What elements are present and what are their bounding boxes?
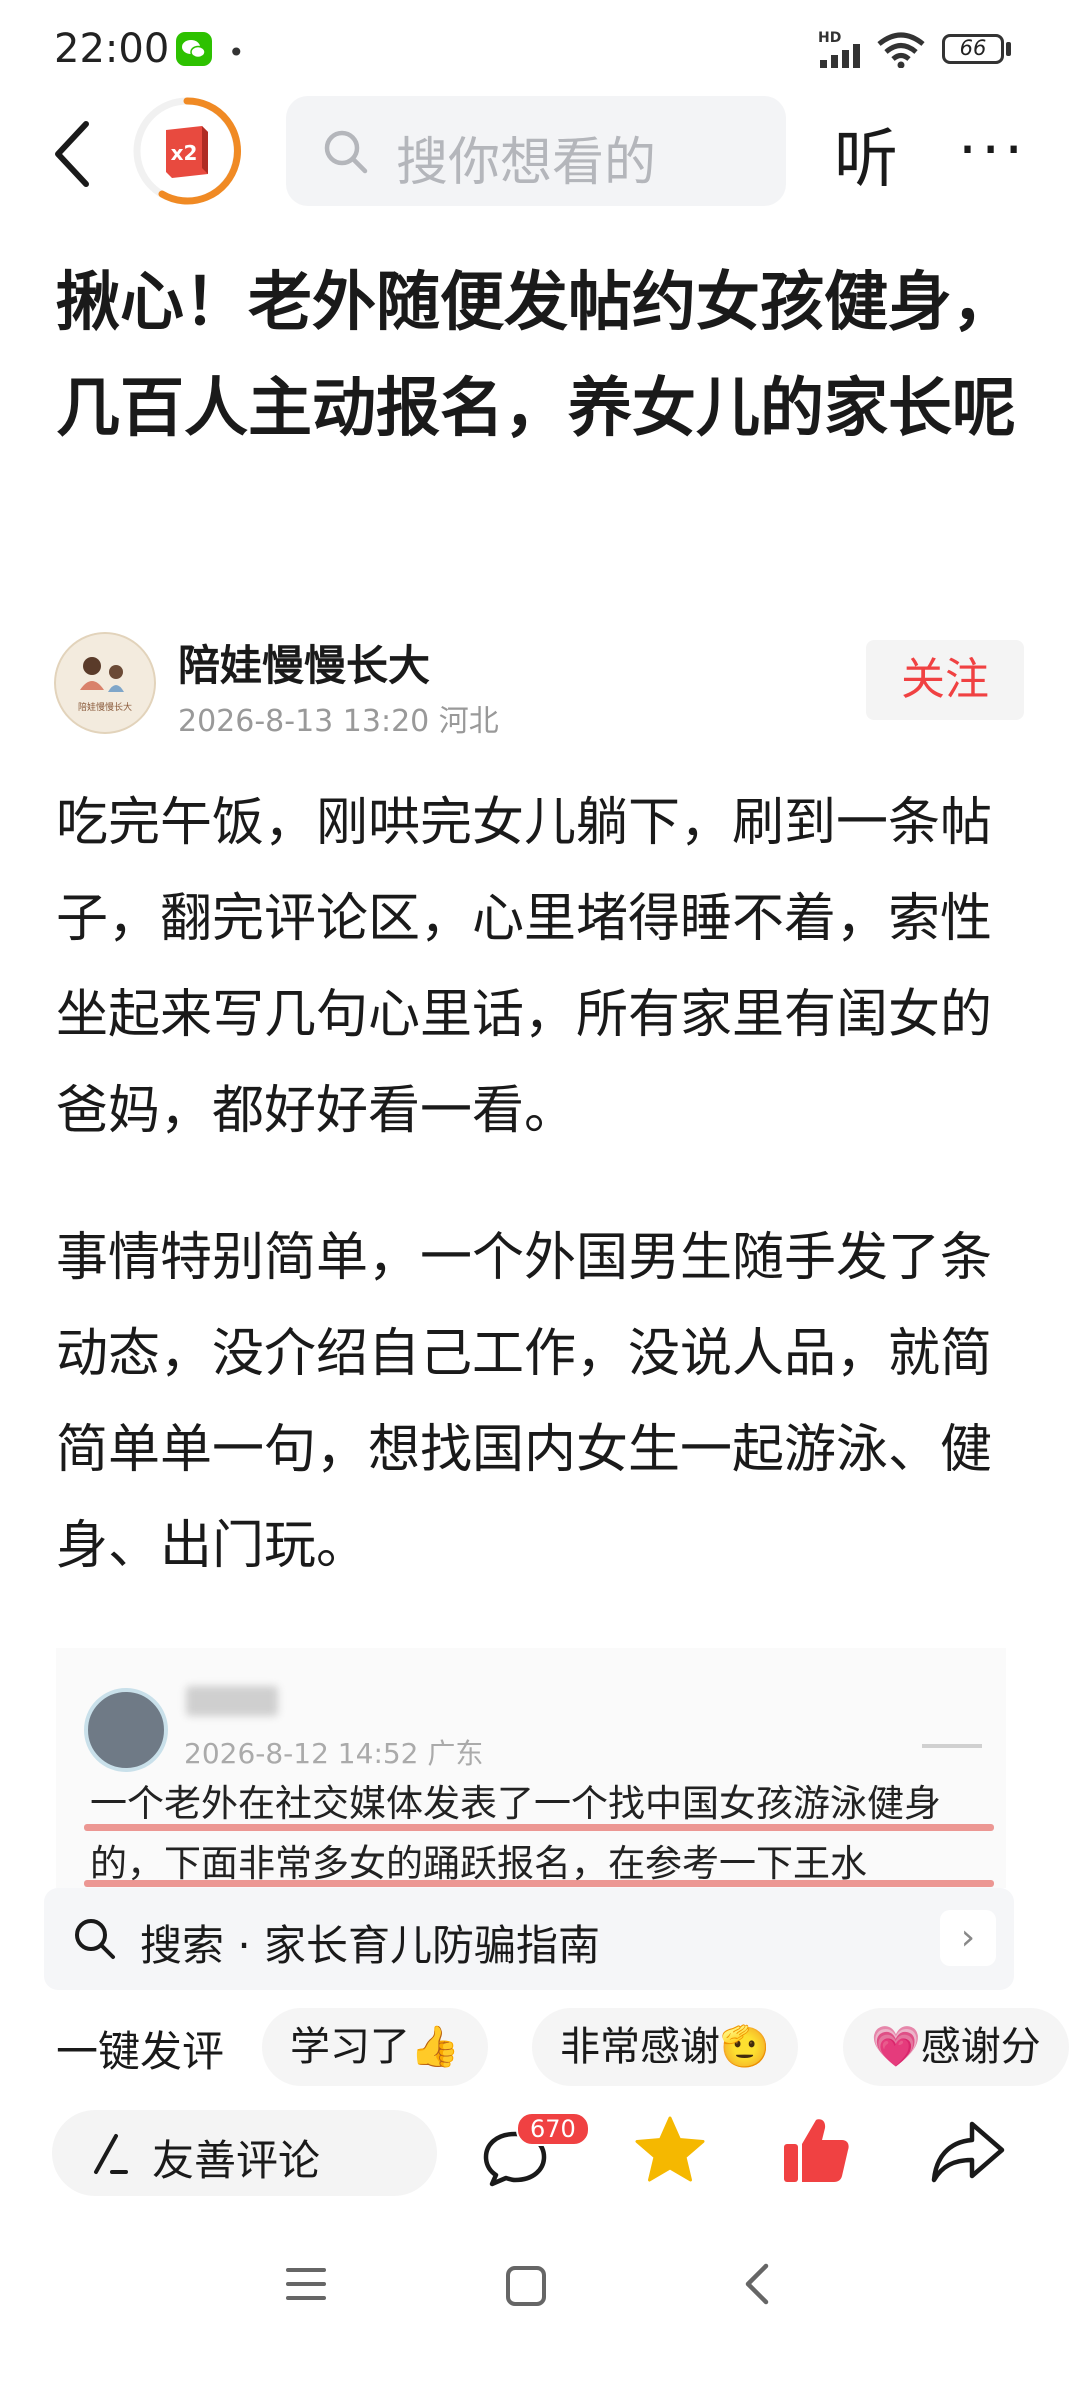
reward-progress[interactable]: x2 <box>132 96 242 206</box>
notification-dot: • <box>228 36 245 69</box>
nav-home-button[interactable] <box>504 2264 548 2312</box>
nav-menu-button[interactable] <box>284 2264 328 2308</box>
share-icon[interactable] <box>930 2120 1006 2188</box>
battery-icon: 66 <box>942 34 1004 64</box>
embedded-username-blurred <box>186 1686 278 1716</box>
search-icon <box>75 1919 115 1959</box>
quick-comment-chip[interactable]: 💗感谢分 <box>843 2008 1069 2086</box>
post-meta: 2026-8-13 13:20 河北 <box>178 704 499 739</box>
article-paragraph: 吃完午饭，刚哄完女儿躺下，刷到一条帖子，翻完评论区，心里堵得睡不着，索性坐起来写… <box>56 793 993 1141</box>
quick-comment-chip[interactable]: 非常感谢🫡 <box>532 2008 798 2086</box>
like-thumb-icon[interactable] <box>780 2114 852 2190</box>
battery-tip <box>1006 42 1011 56</box>
quick-comment-chip[interactable]: 学习了👍 <box>262 2008 488 2086</box>
comment-count-badge: 670 <box>516 2112 590 2146</box>
embedded-text: 一个老外在社交媒体发表了一个找中国女孩游泳健身的，下面非常多女的踊跃报名，在参考… <box>90 1782 941 1885</box>
status-time: 22:00 <box>54 26 170 72</box>
battery-level: 66 <box>959 36 987 60</box>
highlight-underline <box>84 1824 994 1831</box>
wifi-icon <box>876 32 926 72</box>
embedded-meta: 2026-8-12 14:52 广东 <box>184 1737 484 1770</box>
highlight-underline <box>84 1880 994 1887</box>
search-input[interactable]: 搜你想看的 <box>286 96 786 206</box>
pen-icon <box>94 2134 128 2174</box>
avatar-text: 陪娃慢慢长大 <box>78 701 132 713</box>
related-search-bar[interactable]: 搜索 · 家长育儿防骗指南 › <box>44 1888 1014 1990</box>
favorite-star-icon[interactable] <box>632 2114 708 2190</box>
reward-badge: x2 <box>171 141 198 165</box>
comment-placeholder: 友善评论 <box>152 2136 321 2185</box>
follow-button[interactable]: 关注 <box>866 640 1024 720</box>
comment-input[interactable]: 友善评论 <box>52 2110 437 2196</box>
related-search-label: 搜索 · 家长育儿防骗指南 <box>140 1921 601 1970</box>
back-button[interactable] <box>44 114 104 194</box>
article-paragraph: 事情特别简单，一个外国男生随手发了条动态，没介绍自己工作，没说人品，就简简单单一… <box>56 1228 993 1576</box>
quick-comment-label: 一键发评 <box>56 2027 225 2076</box>
author-avatar[interactable]: 陪娃慢慢长大 <box>54 632 156 734</box>
embedded-screenshot[interactable]: 2026-8-12 14:52 广东 一个老外在社交媒体发表了一个找中国女孩游泳… <box>56 1648 1006 1888</box>
signal-icon <box>820 44 868 72</box>
nav-back-button[interactable] <box>740 2260 774 2312</box>
embedded-divider <box>922 1744 982 1748</box>
search-placeholder: 搜你想看的 <box>396 133 657 193</box>
wechat-icon <box>176 32 212 66</box>
article-title: 揪心！老外随便发帖约女孩健身，几百人主动报名，养女儿的家长呢 <box>56 266 1016 446</box>
author-name[interactable]: 陪娃慢慢长大 <box>178 632 430 693</box>
search-icon <box>324 130 368 174</box>
more-button[interactable]: ··· <box>958 120 1027 180</box>
chevron-right-icon: › <box>940 1910 996 1966</box>
listen-button[interactable]: 听 <box>834 108 898 200</box>
embedded-avatar <box>84 1688 168 1772</box>
